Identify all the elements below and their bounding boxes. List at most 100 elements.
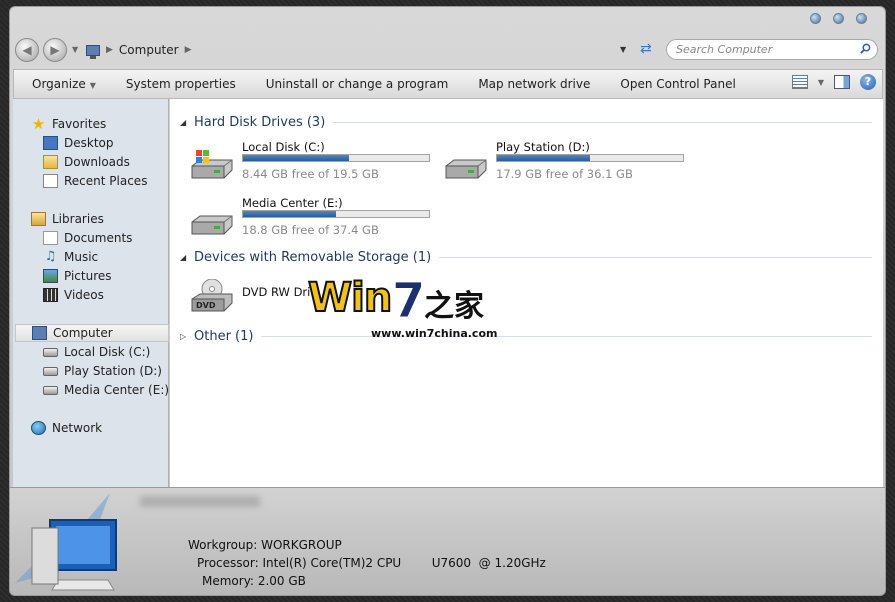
libraries-icon: [31, 212, 46, 226]
sidebar-item-label: Videos: [64, 288, 104, 302]
drive-free-space: 8.44 GB free of 19.5 GB: [242, 167, 379, 181]
sidebar-item-play-station[interactable]: Play Station (D:): [43, 362, 162, 380]
sidebar-item-favorites[interactable]: ★ Favorites: [31, 115, 106, 133]
group-removable-storage[interactable]: ◢ Devices with Removable Storage (1): [180, 248, 872, 266]
breadcrumb[interactable]: ▶ Computer ▶: [86, 40, 192, 60]
detail-processor: Processor: Intel(R) Core(TM)2 CPU U7600 …: [197, 556, 546, 570]
documents-icon: [43, 231, 58, 245]
address-row: ◀ ▶ ▼ ▶ Computer ▶ ▼ ⇄: [10, 35, 885, 65]
sidebar-item-music[interactable]: ♫ Music: [43, 248, 98, 266]
drive-free-space: 17.9 GB free of 36.1 GB: [496, 167, 633, 181]
sidebar-item-downloads[interactable]: Downloads: [43, 153, 130, 171]
search-input[interactable]: [676, 40, 856, 59]
system-properties-button[interactable]: System properties: [111, 77, 251, 91]
hard-drive-icon: [43, 385, 58, 395]
drive-name: Media Center (E:): [242, 196, 343, 210]
chevron-down-icon: ▼: [89, 81, 96, 90]
sidebar-item-documents[interactable]: Documents: [43, 229, 132, 247]
change-view-icon[interactable]: [791, 75, 808, 89]
sidebar-item-label: Downloads: [64, 155, 130, 169]
back-button[interactable]: ◀: [15, 38, 39, 62]
sidebar-item-libraries[interactable]: Libraries: [31, 210, 104, 228]
maximize-button[interactable]: [833, 13, 844, 24]
sidebar-item-label: Documents: [64, 231, 133, 245]
open-control-panel-button[interactable]: Open Control Panel: [605, 77, 750, 91]
detail-value: 2.00 GB: [257, 574, 306, 588]
collapse-icon[interactable]: ◢: [180, 253, 194, 262]
detail-workgroup: Workgroup: WORKGROUP: [188, 538, 342, 552]
group-title: Hard Disk Drives (3): [194, 114, 326, 130]
detail-label: Memory:: [202, 574, 254, 588]
uninstall-program-button[interactable]: Uninstall or change a program: [251, 77, 464, 91]
forward-arrow-icon: ▶: [50, 43, 60, 57]
usage-bar: [242, 154, 430, 162]
organize-label: Organize: [32, 77, 86, 91]
preview-pane-icon[interactable]: [834, 75, 850, 89]
map-network-drive-button[interactable]: Map network drive: [463, 77, 605, 91]
drive-tile-e[interactable]: Media Center (E:) 18.8 GB free of 37.4 G…: [190, 196, 440, 246]
network-globe-icon: [31, 421, 46, 435]
view-dropdown-icon[interactable]: ▼: [818, 78, 824, 87]
forward-button[interactable]: ▶: [43, 38, 67, 62]
search-icon[interactable]: [860, 43, 871, 54]
drive-free-space: 18.8 GB free of 37.4 GB: [242, 223, 379, 237]
recent-pages-dropdown[interactable]: ▼: [72, 45, 78, 54]
sidebar-item-recent-places[interactable]: Recent Places: [43, 172, 147, 190]
command-bar: Organize ▼ System properties Uninstall or…: [13, 69, 883, 99]
navigation-pane: ★ Favorites Desktop Downloads Recent Pla…: [13, 99, 169, 487]
detail-value: Intel(R) Core(TM)2 CPU U7600 @ 1.20GHz: [262, 556, 546, 570]
sidebar-item-pictures[interactable]: Pictures: [43, 267, 112, 285]
sidebar-item-videos[interactable]: Videos: [43, 286, 104, 304]
sidebar-item-label: Desktop: [64, 136, 114, 150]
computer-icon: [86, 44, 100, 59]
recent-places-icon: [43, 174, 58, 188]
music-note-icon: ♫: [44, 249, 57, 264]
help-icon[interactable]: ?: [860, 74, 876, 90]
expand-icon[interactable]: ▷: [180, 332, 194, 341]
sidebar-item-label: Play Station (D:): [64, 364, 162, 378]
desktop-icon: [43, 136, 58, 150]
watermark-seven: 7: [391, 273, 426, 330]
group-other[interactable]: ▷ Other (1): [180, 327, 872, 345]
sidebar-item-desktop[interactable]: Desktop: [43, 134, 114, 152]
refresh-icon[interactable]: ⇄: [640, 41, 652, 57]
breadcrumb-separator-icon[interactable]: ▶: [185, 45, 192, 55]
sidebar-item-network[interactable]: Network: [31, 419, 102, 437]
computer-logo-icon: [15, 493, 117, 591]
sidebar-item-label: Network: [52, 421, 103, 435]
address-dropdown[interactable]: ▼: [620, 45, 626, 54]
usage-bar-fill: [243, 155, 350, 161]
hard-drive-icon: [43, 366, 58, 376]
sidebar-item-label: Local Disk (C:): [64, 345, 151, 359]
drive-tile-d[interactable]: Play Station (D:) 17.9 GB free of 36.1 G…: [444, 140, 694, 190]
sidebar-item-label: Libraries: [52, 212, 104, 226]
collapse-icon[interactable]: ◢: [180, 118, 194, 127]
caption-buttons: [810, 13, 867, 24]
detail-label: Workgroup:: [188, 538, 258, 552]
windows-drive-icon: [191, 150, 233, 179]
group-title: Devices with Removable Storage (1): [194, 249, 432, 265]
content-pane: ◢ Hard Disk Drives (3) Local Disk (C:) 8…: [170, 99, 883, 487]
organize-button[interactable]: Organize ▼: [14, 77, 111, 91]
sidebar-item-computer[interactable]: Computer: [15, 324, 169, 342]
close-button[interactable]: [856, 13, 867, 24]
detail-value: WORKGROUP: [261, 538, 342, 552]
computer-icon: [32, 326, 47, 340]
drive-tile-c[interactable]: Local Disk (C:) 8.44 GB free of 19.5 GB: [190, 140, 440, 190]
group-hard-disk-drives[interactable]: ◢ Hard Disk Drives (3): [180, 113, 872, 131]
sidebar-item-label: Favorites: [52, 117, 107, 131]
details-pane: Workgroup: WORKGROUP Processor: Intel(R)…: [10, 487, 885, 595]
detail-memory: Memory: 2.00 GB: [202, 574, 306, 588]
sidebar-item-label: Music: [64, 250, 99, 264]
watermark-cn: 之家: [424, 289, 484, 324]
sidebar-item-local-disk[interactable]: Local Disk (C:): [43, 343, 150, 361]
sidebar-item-media-center[interactable]: Media Center (E:): [43, 381, 169, 399]
breadcrumb-computer[interactable]: Computer: [119, 43, 179, 57]
toolbar-right: ▼ ?: [791, 74, 876, 90]
downloads-folder-icon: [43, 155, 58, 169]
search-box[interactable]: [666, 39, 878, 60]
minimize-button[interactable]: [810, 13, 821, 24]
watermark-url: www.win7china.com: [371, 327, 498, 340]
breadcrumb-separator-icon[interactable]: ▶: [106, 45, 113, 55]
usage-bar-fill: [497, 155, 590, 161]
